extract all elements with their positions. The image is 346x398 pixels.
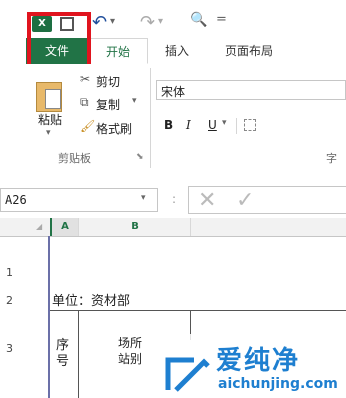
- name-box-value: A26: [5, 193, 27, 207]
- group-separator: [150, 68, 151, 168]
- font-group-label: 字: [326, 152, 337, 165]
- bold-button[interactable]: B: [164, 118, 173, 132]
- unit-cell[interactable]: 单位：资材部: [52, 290, 130, 309]
- format-painter-icon[interactable]: 🖌: [80, 119, 95, 133]
- row-header-2[interactable]: 2: [6, 294, 54, 307]
- enter-icon[interactable]: ✓: [236, 188, 254, 213]
- cut-icon[interactable]: ✂: [80, 72, 90, 86]
- paste-icon[interactable]: [36, 82, 62, 112]
- select-all-icon[interactable]: ◢: [36, 222, 42, 231]
- font-name-value: 宋体: [161, 85, 186, 99]
- seq-header-2[interactable]: 号: [56, 350, 69, 369]
- row-header-1[interactable]: 1: [6, 266, 54, 279]
- paste-dropdown-icon[interactable]: ▾: [46, 128, 51, 138]
- print-preview-icon[interactable]: 🔍: [190, 12, 207, 28]
- row-border: [50, 310, 346, 311]
- paste-label[interactable]: 粘贴: [38, 111, 62, 128]
- copy-label[interactable]: 复制: [96, 96, 120, 113]
- border-icon[interactable]: [244, 119, 256, 131]
- ribbon-home: 粘贴 ▾ ✂ 剪切 ⧉ 复制 ▾ 🖌 格式刷 剪贴板 ⬊ 宋体 B I U ▾ …: [0, 64, 346, 185]
- format-painter-label[interactable]: 格式刷: [96, 120, 132, 137]
- site-header-1[interactable]: 场所: [118, 334, 142, 351]
- redo-dropdown-icon[interactable]: ▾: [158, 16, 163, 27]
- dialog-launcher-icon[interactable]: ⬊: [136, 152, 144, 162]
- undo-dropdown-icon[interactable]: ▾: [110, 16, 115, 27]
- cancel-icon[interactable]: ✕: [198, 188, 216, 213]
- col-divider: [190, 218, 191, 236]
- cut-label[interactable]: 剪切: [96, 73, 120, 90]
- site-header-2[interactable]: 站别: [118, 350, 142, 367]
- cell-border: [78, 310, 79, 398]
- watermark: 爱纯净 aichunjing.com: [160, 334, 346, 398]
- name-box-dropdown-icon[interactable]: ▾: [141, 193, 146, 203]
- underline-dropdown-icon[interactable]: ▾: [222, 118, 227, 128]
- undo-icon[interactable]: ↶: [92, 12, 107, 33]
- copy-dropdown-icon[interactable]: ▾: [132, 96, 137, 106]
- customize-quick-access-icon[interactable]: =: [216, 12, 227, 27]
- tab-page-layout[interactable]: 页面布局: [214, 38, 284, 64]
- watermark-logo-icon: [165, 357, 210, 392]
- watermark-brand: 爱纯净: [216, 346, 301, 376]
- watermark-url: aichunjing.com: [218, 376, 338, 392]
- column-header-b[interactable]: B: [80, 218, 190, 236]
- row-header-border: [48, 236, 50, 398]
- group-separator: [236, 118, 237, 134]
- clipboard-group-label: 剪贴板: [58, 152, 91, 165]
- col-divider: [78, 218, 79, 236]
- formula-bar-divider: :: [172, 192, 177, 206]
- copy-icon[interactable]: ⧉: [80, 95, 89, 110]
- tab-home[interactable]: 开始: [88, 38, 148, 64]
- font-name-box[interactable]: 宋体: [156, 80, 346, 100]
- redo-icon[interactable]: ↷: [140, 12, 155, 33]
- name-box[interactable]: A26 ▾: [0, 188, 158, 212]
- italic-button[interactable]: I: [186, 118, 191, 132]
- row-header-3[interactable]: 3: [6, 342, 54, 355]
- column-header-a[interactable]: A: [50, 218, 78, 236]
- tab-insert[interactable]: 插入: [152, 38, 202, 64]
- underline-button[interactable]: U: [208, 118, 217, 132]
